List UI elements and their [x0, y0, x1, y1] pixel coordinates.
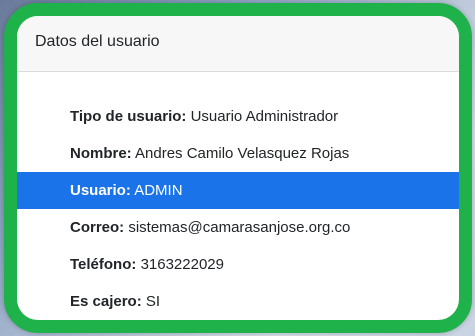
field-label: Es cajero: [70, 293, 142, 310]
field-label: Teléfono: [70, 256, 137, 273]
card-header: Datos del usuario [17, 16, 459, 72]
list-item-username-selected[interactable]: Usuario: ADMIN [17, 172, 459, 209]
field-value: ADMIN [134, 182, 183, 199]
list-item-name: Nombre: Andres Camilo Velasquez Rojas [17, 135, 459, 172]
list-item-email: Correo: sistemas@camarasanjose.org.co [17, 209, 459, 246]
list-item-phone: Teléfono: 3163222029 [17, 246, 459, 283]
field-value: Usuario Administrador [190, 108, 339, 125]
field-value: 3163222029 [140, 256, 224, 273]
field-label: Tipo de usuario: [70, 108, 187, 125]
user-details-card: Datos del usuario Tipo de usuario: Usuar… [4, 3, 472, 333]
field-value: SI [145, 293, 161, 310]
list-item-is-cashier: Es cajero: SI [17, 283, 459, 320]
field-label: Usuario: [70, 182, 131, 199]
field-label: Correo: [70, 219, 125, 236]
card-title: Datos del usuario [35, 33, 160, 50]
field-label: Nombre: [70, 145, 132, 162]
list-item-user-type: Tipo de usuario: Usuario Administrador [17, 98, 459, 135]
field-value: Andres Camilo Velasquez Rojas [135, 145, 350, 162]
field-value: sistemas@camarasanjose.org.co [128, 219, 351, 236]
